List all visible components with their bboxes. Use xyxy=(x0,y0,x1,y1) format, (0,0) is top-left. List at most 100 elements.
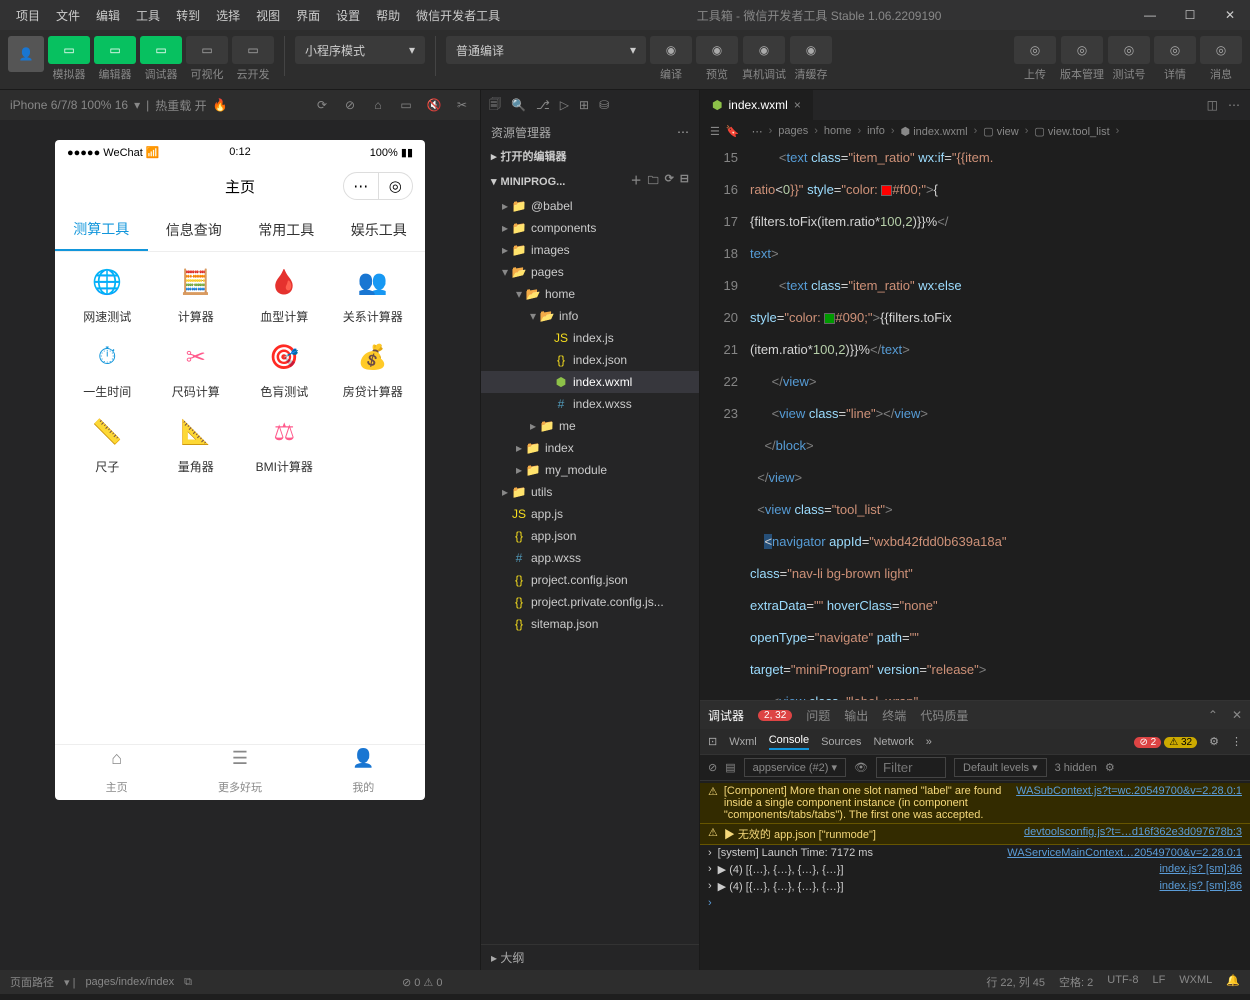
explorer-icon[interactable]: 🗐 xyxy=(489,95,501,116)
avatar-button[interactable]: 👤 xyxy=(8,36,44,72)
tab-测算工具[interactable]: 测算工具 xyxy=(55,208,148,251)
path-value[interactable]: pages/index/index xyxy=(85,976,174,988)
tb-测试号[interactable]: ◎ xyxy=(1108,36,1150,64)
tool-色肓测试[interactable]: 🎯色肓测试 xyxy=(242,337,327,400)
tree-project.config.json[interactable]: {}project.config.json xyxy=(481,569,699,591)
mode-select[interactable]: 小程序模式▾ xyxy=(295,36,425,64)
tb-编辑器[interactable]: ▭ xyxy=(94,36,136,64)
refresh-icon[interactable]: ⟳ xyxy=(665,172,674,191)
devtab-console[interactable]: Console xyxy=(769,734,809,750)
device-icon[interactable]: ▭ xyxy=(398,97,414,113)
bell-icon[interactable]: 🔔 xyxy=(1226,974,1240,990)
open-editors-header[interactable]: ▸ 打开的编辑器 xyxy=(481,144,699,168)
tree-index.wxss[interactable]: #index.wxss xyxy=(481,393,699,415)
tree-me[interactable]: ▸📁me xyxy=(481,415,699,437)
collapse-icon[interactable]: ⊟ xyxy=(680,172,689,191)
tool-计算器[interactable]: 🧮计算器 xyxy=(154,262,239,325)
tb-上传[interactable]: ◎ xyxy=(1014,36,1056,64)
breadcrumb[interactable]: ☰ 🔖 ⋯ ›pages›home›info›⬢ index.wxml›▢ vi… xyxy=(700,120,1250,142)
eye-icon[interactable]: 👁 xyxy=(854,761,868,774)
tree-app.wxss[interactable]: #app.wxss xyxy=(481,547,699,569)
tree-my_module[interactable]: ▸📁my_module xyxy=(481,459,699,481)
device-label[interactable]: iPhone 6/7/8 100% 16 xyxy=(10,98,128,112)
eol[interactable]: LF xyxy=(1152,974,1165,990)
menu-文件[interactable]: 文件 xyxy=(48,7,88,24)
menu-编辑[interactable]: 编辑 xyxy=(88,7,128,24)
tab-terminal[interactable]: 终端 xyxy=(882,707,906,724)
menu-选择[interactable]: 选择 xyxy=(208,7,248,24)
tool-BMI计算器[interactable]: ⚖BMI计算器 xyxy=(242,412,327,475)
context-select[interactable]: appservice (#2) ▾ xyxy=(744,758,846,777)
bookmark-icon[interactable]: 🔖 xyxy=(726,125,740,138)
editor-tab[interactable]: ⬢index.wxml× xyxy=(700,90,814,120)
new-file-icon[interactable]: ＋ xyxy=(631,172,642,191)
tool-网速测试[interactable]: 🌐网速测试 xyxy=(65,262,150,325)
tb-消息[interactable]: ◎ xyxy=(1200,36,1242,64)
tool-房贷计算器[interactable]: 💰房贷计算器 xyxy=(331,337,416,400)
menu-设置[interactable]: 设置 xyxy=(328,7,368,24)
menu-工具[interactable]: 工具 xyxy=(128,7,168,24)
tree-utils[interactable]: ▸📁utils xyxy=(481,481,699,503)
menu-视图[interactable]: 视图 xyxy=(248,7,288,24)
maximize-button[interactable]: ☐ xyxy=(1170,0,1210,30)
tb-可视化[interactable]: ▭ xyxy=(186,36,228,64)
tb-详情[interactable]: ◎ xyxy=(1154,36,1196,64)
tool-尺子[interactable]: 📏尺子 xyxy=(65,412,150,475)
tree-sitemap.json[interactable]: {}sitemap.json xyxy=(481,613,699,635)
minimize-button[interactable]: — xyxy=(1130,0,1170,30)
tab-娱乐工具[interactable]: 娱乐工具 xyxy=(333,208,426,251)
devtab-wxml[interactable]: Wxml xyxy=(729,736,757,748)
tool-血型计算[interactable]: 🩸血型计算 xyxy=(242,262,327,325)
cut-icon[interactable]: ✂ xyxy=(454,97,470,113)
tb-版本管理[interactable]: ◎ xyxy=(1061,36,1103,64)
tb-清缓存[interactable]: ◉ xyxy=(790,36,832,64)
git-icon[interactable]: ⎇ xyxy=(536,98,550,112)
tabbar-主页[interactable]: ⌂主页 xyxy=(55,745,178,800)
tb-调试器[interactable]: ▭ xyxy=(140,36,182,64)
tb-真机调试[interactable]: ◉ xyxy=(743,36,785,64)
close-button[interactable]: ✕ xyxy=(1210,0,1250,30)
tool-关系计算器[interactable]: 👥关系计算器 xyxy=(331,262,416,325)
tree-images[interactable]: ▸📁images xyxy=(481,239,699,261)
encoding[interactable]: UTF-8 xyxy=(1107,974,1138,990)
mute-icon[interactable]: 🔇 xyxy=(426,97,442,113)
tabbar-我的[interactable]: 👤我的 xyxy=(302,745,425,800)
menu-界面[interactable]: 界面 xyxy=(288,7,328,24)
tree-index.wxml[interactable]: ⬢index.wxml xyxy=(481,371,699,393)
list-icon[interactable]: ☰ xyxy=(710,125,720,138)
new-folder-icon[interactable]: 🗀 xyxy=(648,172,659,191)
debug-icon[interactable]: ▷ xyxy=(560,98,569,112)
tabbar-更多好玩[interactable]: ☰更多好玩 xyxy=(178,745,301,800)
tab-problems[interactable]: 问题 xyxy=(806,707,830,724)
project-header[interactable]: ▾ MINIPROG... ＋🗀⟳⊟ xyxy=(481,168,699,195)
cursor-pos[interactable]: 行 22, 列 45 xyxy=(986,974,1045,990)
menu-项目[interactable]: 项目 xyxy=(8,7,48,24)
tab-quality[interactable]: 代码质量 xyxy=(920,707,968,724)
stop-icon[interactable]: ⊘ xyxy=(342,97,358,113)
tree-info[interactable]: ▾📂info xyxy=(481,305,699,327)
devtab-network[interactable]: Network xyxy=(873,736,913,748)
console-output[interactable]: ⚠[Component] More than one slot named "l… xyxy=(700,781,1250,970)
devtab-sources[interactable]: Sources xyxy=(821,736,861,748)
tool-量角器[interactable]: 📐量角器 xyxy=(154,412,239,475)
compile-select[interactable]: 普通编译▾ xyxy=(446,36,646,64)
tab-常用工具[interactable]: 常用工具 xyxy=(240,208,333,251)
tab-信息查询[interactable]: 信息查询 xyxy=(148,208,241,251)
bc-view[interactable]: ▢ view xyxy=(983,125,1018,138)
panel-up-icon[interactable]: ⌃ xyxy=(1208,708,1218,722)
menu-帮助[interactable]: 帮助 xyxy=(368,7,408,24)
tb-预览[interactable]: ◉ xyxy=(696,36,738,64)
sidebar-icon[interactable]: ▤ xyxy=(725,761,735,774)
tool-一生时间[interactable]: ⏱一生时间 xyxy=(65,337,150,400)
tree-components[interactable]: ▸📁components xyxy=(481,217,699,239)
tree-pages[interactable]: ▾📂pages xyxy=(481,261,699,283)
devtabs-more-icon[interactable]: » xyxy=(926,736,932,748)
close-tab-icon[interactable]: × xyxy=(794,98,801,112)
devtools-more-icon[interactable]: ⋮ xyxy=(1231,735,1242,748)
tab-output[interactable]: 输出 xyxy=(844,707,868,724)
tree-home[interactable]: ▾📂home xyxy=(481,283,699,305)
tree-index[interactable]: ▸📁index xyxy=(481,437,699,459)
tb-云开发[interactable]: ▭ xyxy=(232,36,274,64)
more-icon[interactable]: ⋯ xyxy=(1228,98,1240,112)
tree-@babel[interactable]: ▸📁@babel xyxy=(481,195,699,217)
